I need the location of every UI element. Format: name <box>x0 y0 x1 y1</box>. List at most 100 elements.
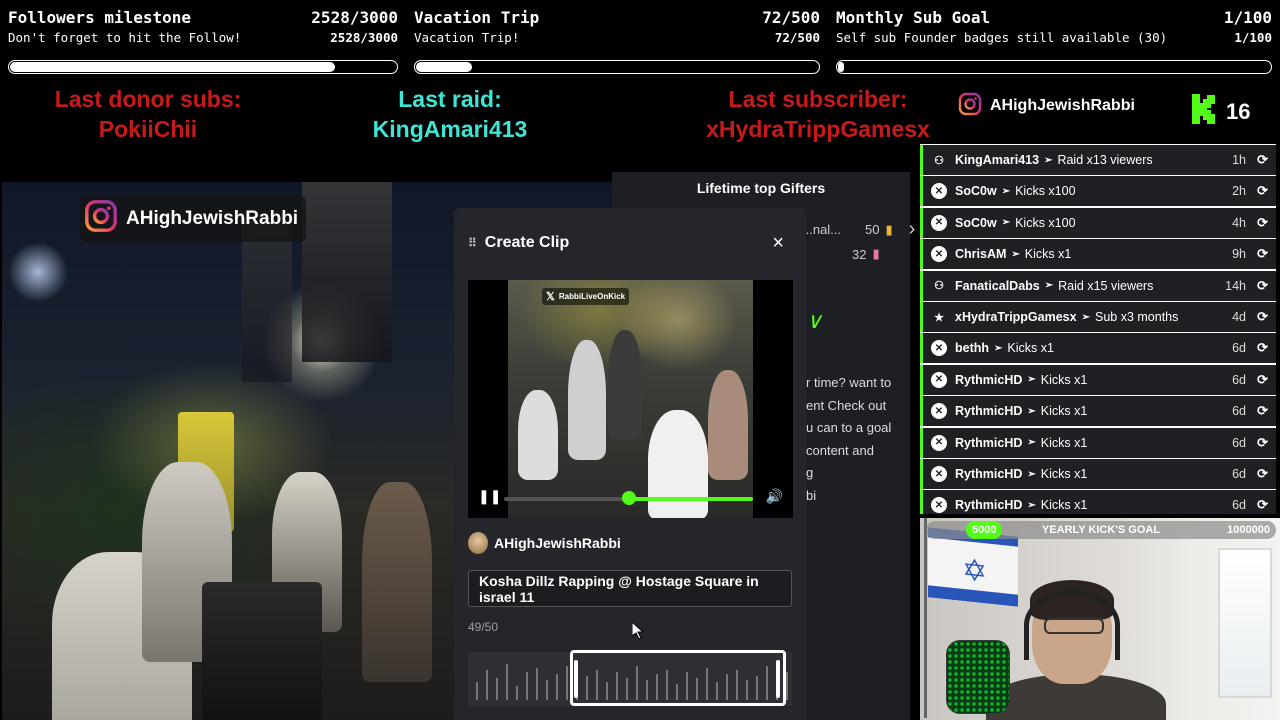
waveform-bar <box>556 674 558 700</box>
chevron-right-icon: ➢ <box>1027 437 1036 449</box>
description-line: bi <box>806 487 817 503</box>
description-line: content and <box>806 442 874 458</box>
yearly-goal-start: 5000 <box>966 521 1003 539</box>
yearly-goal-end: 1000000 <box>1227 524 1270 536</box>
close-button[interactable]: × <box>772 232 784 255</box>
playback-track[interactable] <box>504 491 753 505</box>
volume-icon[interactable]: 🔊 <box>766 488 783 505</box>
event-action: Kicks x1 <box>1040 404 1088 419</box>
star-of-david-icon: ✡ <box>962 553 988 590</box>
replay-icon[interactable]: ⟳ <box>1257 340 1268 356</box>
replay-icon[interactable]: ⟳ <box>1257 215 1268 231</box>
waveform-bar <box>496 678 498 700</box>
event-user: xHydraTrippGamesx <box>955 310 1077 324</box>
playback-knob[interactable] <box>621 491 636 505</box>
replay-icon[interactable]: ⟳ <box>1257 403 1268 419</box>
drag-handle-icon[interactable]: ⠿ <box>468 236 477 250</box>
glasses <box>1044 618 1104 634</box>
event-time: 6d <box>1232 341 1246 356</box>
description-line: g <box>806 465 814 480</box>
clip-trim-waveform[interactable] <box>468 650 792 706</box>
event-row: ⚇ FanaticalDabs ➢ Raid x15 viewers 14h ⟳ <box>920 270 1276 301</box>
clip-title-input[interactable]: Kosha Dillz Rapping @ Hostage Square in … <box>468 570 792 607</box>
event-action: Kicks x1 <box>1040 467 1088 481</box>
event-action: Kicks x100 <box>1015 215 1076 230</box>
replay-icon[interactable]: ⟳ <box>1257 183 1268 199</box>
event-user: SoC0w <box>955 215 997 230</box>
goal-subtitle: Vacation Trip! <box>414 30 520 45</box>
event-time: 6d <box>1232 372 1246 387</box>
replay-icon[interactable]: ⟳ <box>1257 435 1268 451</box>
waveform-bar <box>786 672 788 700</box>
waveform-bar <box>476 682 478 700</box>
replay-icon[interactable]: ⟳ <box>1257 466 1268 482</box>
goal-bars: Followers milestone 2528/3000 Don't forg… <box>0 0 1280 82</box>
clip-author: AHighJewishRabbi <box>468 532 621 554</box>
event-row: ✕ RythmicHD ➢ Kicks x1 6d ⟳ <box>920 459 1276 489</box>
event-time: 1h <box>1232 153 1246 167</box>
last-raid-label: Last raid: <box>398 86 502 112</box>
chevron-right-icon: ➢ <box>1044 154 1053 166</box>
clip-author-name: AHighJewishRabbi <box>494 535 621 551</box>
replay-icon[interactable]: ⟳ <box>1257 372 1268 388</box>
event-action: Raid x13 viewers <box>1057 153 1153 167</box>
player-controls: ❚❚ 🔊 <box>468 478 793 518</box>
event-time: 6d <box>1232 404 1246 419</box>
last-raid-name: KingAmari413 <box>372 116 528 142</box>
next-arrow-icon[interactable]: › <box>909 218 916 241</box>
description-line: r time? want to <box>806 375 892 390</box>
last-raid: Last raid: KingAmari413 <box>350 84 550 144</box>
event-user: bethh <box>955 341 990 356</box>
waveform-bar <box>546 680 548 700</box>
replay-icon[interactable]: ⟳ <box>1257 278 1268 294</box>
instagram-handle-top: AHighJewishRabbi <box>958 92 1135 120</box>
event-row: ✕ RythmicHD ➢ Kicks x1 6d ⟳ <box>920 427 1276 458</box>
replay-icon[interactable]: ⟳ <box>1257 309 1268 325</box>
webcam-feed: ✡ <box>920 518 1280 720</box>
kicks-icon: ✕ <box>931 371 947 388</box>
event-user: KingAmari413 <box>955 153 1040 167</box>
pause-icon[interactable]: ❚❚ <box>478 488 501 505</box>
raid-icon: ⚇ <box>934 154 944 167</box>
background-building <box>242 222 292 382</box>
kick-logo-icon <box>1190 94 1218 130</box>
clip-trim-selection[interactable] <box>570 650 786 706</box>
event-row: ★ xHydraTrippGamesx ➢ Sub x3 months 4d ⟳ <box>920 302 1276 332</box>
instagram-icon <box>958 92 982 121</box>
create-clip-modal: ⠿ Create Clip × 𝕏 RabbiLiveOnKick ❚❚ 🔊 A… <box>454 208 806 720</box>
background-building <box>302 182 392 362</box>
waveform-bar <box>526 672 528 700</box>
event-row: ✕ bethh ➢ Kicks x1 6d ⟳ <box>920 333 1276 364</box>
clip-video-player[interactable]: 𝕏 RabbiLiveOnKick ❚❚ 🔊 <box>468 280 793 518</box>
kicks-icon: ✕ <box>931 434 947 451</box>
flag-pole <box>924 518 927 718</box>
trim-end-handle[interactable] <box>776 660 780 698</box>
instagram-icon <box>84 199 118 239</box>
replay-icon[interactable]: ⟳ <box>1257 497 1268 513</box>
chevron-right-icon: ➢ <box>1027 405 1036 417</box>
stream-instagram-handle: AHighJewishRabbi <box>126 208 299 229</box>
clip-title-char-count: 49/50 <box>468 620 499 634</box>
goal-monthly-sub: Monthly Sub Goal 1/100 Self sub Founder … <box>836 6 1272 76</box>
kicks-icon: ✕ <box>931 466 947 482</box>
description-line: ent Check out <box>806 397 887 413</box>
event-row: ✕ RythmicHD ➢ Kicks x1 6d ⟳ <box>920 364 1276 395</box>
waveform-bar <box>506 664 508 700</box>
kicks-icon: ✕ <box>931 183 947 200</box>
gift-icon: ▮ <box>872 246 880 261</box>
goal-title: Followers milestone <box>8 8 192 27</box>
kicks-icon: ✕ <box>931 246 947 263</box>
goal-title: Monthly Sub Goal <box>836 8 991 27</box>
goal-subtitle: Self sub Founder badges still available … <box>836 30 1168 45</box>
kicks-icon: ✕ <box>931 340 947 357</box>
event-user: RythmicHD <box>955 435 1023 450</box>
trim-start-handle[interactable] <box>574 660 578 698</box>
goal-vacation: Vacation Trip 72/500 Vacation Trip! 72/5… <box>414 6 820 76</box>
replay-icon[interactable]: ⟳ <box>1257 152 1268 168</box>
chevron-right-icon: ➢ <box>1027 468 1036 480</box>
event-time: 6d <box>1232 435 1246 450</box>
event-user: RythmicHD <box>955 372 1023 387</box>
replay-icon[interactable]: ⟳ <box>1257 246 1268 262</box>
mouse-cursor-icon <box>631 620 645 645</box>
kick-viewer-count: 16 <box>1190 94 1250 130</box>
